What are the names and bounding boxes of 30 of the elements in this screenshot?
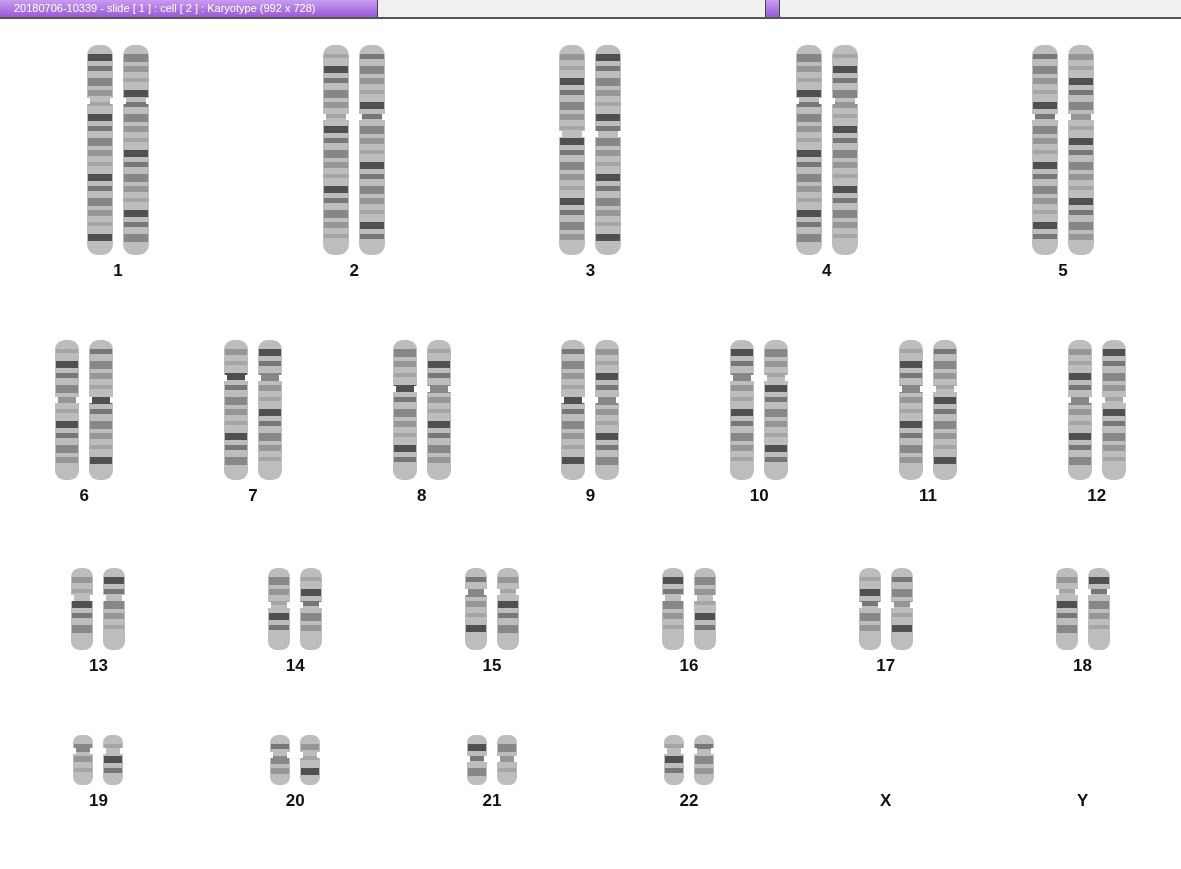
chromosome-pair-drawing — [467, 735, 518, 785]
chromosome-label: 1 — [113, 261, 123, 281]
chromosome-label: 17 — [876, 656, 896, 676]
chromosome-label: 6 — [79, 486, 90, 506]
chromosome-pair-drawing — [270, 735, 321, 785]
chromosome-label: 10 — [749, 486, 769, 506]
chromosome-label: 4 — [821, 261, 832, 281]
chromosome-label: 9 — [585, 486, 596, 506]
chromosome-pair-drawing — [663, 735, 714, 785]
chromosome-label: 3 — [585, 261, 596, 281]
chromosome-label: 15 — [482, 656, 502, 676]
chromosome-label: 11 — [918, 486, 937, 506]
chromosome-pair-drawing — [73, 735, 124, 785]
chromosome-label: 5 — [1058, 261, 1068, 281]
chromosome-label: 13 — [88, 656, 108, 676]
chromosome-label: 2 — [349, 261, 359, 281]
chromosome-label: 22 — [679, 791, 699, 811]
chromosome-label: 21 — [482, 791, 502, 811]
tab-handle[interactable] — [765, 0, 780, 17]
chromosome-label: 7 — [248, 486, 258, 506]
chromosome-label: Y — [1076, 791, 1089, 811]
chromosome-label: 18 — [1073, 656, 1093, 676]
window-title[interactable]: 20180706-10339 - slide [ 1 ] : cell [ 2 ] : Karyotype (992 x 728) — [0, 0, 378, 17]
chromosome-label: 12 — [1087, 486, 1107, 506]
chromosome-label: 14 — [285, 656, 305, 676]
chromosome-label: X — [880, 791, 892, 811]
chromosome-label: 19 — [88, 791, 108, 811]
chromosome-label: 8 — [417, 486, 427, 506]
chromosome-label: 16 — [679, 656, 699, 676]
chromosome-label: 20 — [285, 791, 305, 811]
